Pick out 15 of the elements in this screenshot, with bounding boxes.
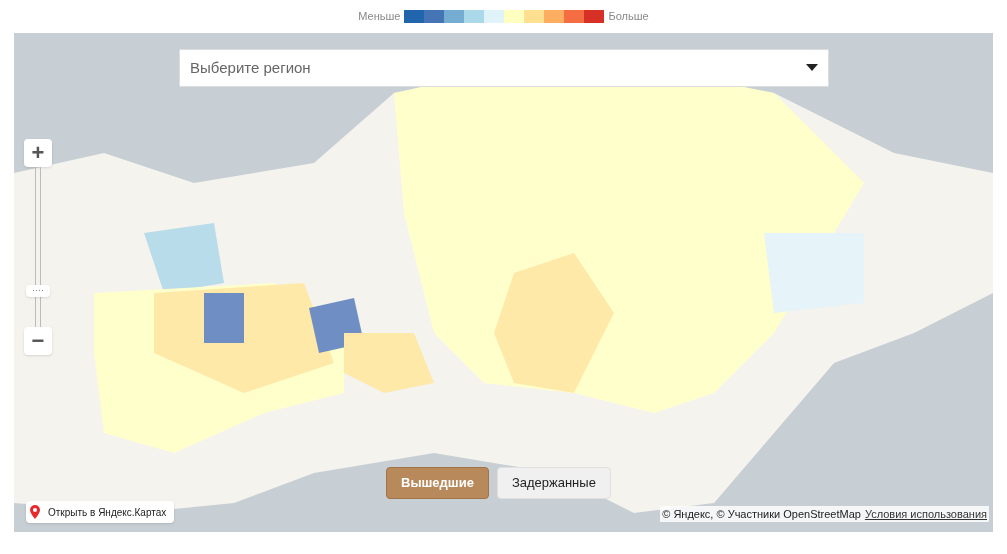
grip-icon [33, 290, 43, 293]
legend-low-label: Меньше [358, 9, 401, 25]
caret-icon [806, 64, 818, 72]
filter-toggle-button[interactable]: Задержанные [496, 467, 611, 499]
map-pin-icon [30, 505, 40, 519]
zoom-slider[interactable] [24, 167, 52, 327]
zoom-in-button[interactable]: + [24, 139, 52, 167]
zoom-slider-thumb[interactable] [26, 285, 50, 298]
terms-link[interactable]: Условия использования [864, 505, 987, 522]
open-in-maps-link[interactable]: Открыть в Яндекс.Картах [26, 501, 175, 523]
map[interactable]: Выберите регион + − Вышедшие Задержанные Открыть в Яндекс.Картах © Яндекс, © Участники OpenStreetMap Условия использования [14, 33, 993, 532]
legend-high-label: Больше [608, 9, 649, 25]
map-attribution: © Яндекс, © Участники OpenStreetMap [662, 506, 861, 522]
zoom-out-button[interactable]: − [24, 327, 52, 355]
region-select[interactable]: Выберите регион [179, 49, 829, 87]
